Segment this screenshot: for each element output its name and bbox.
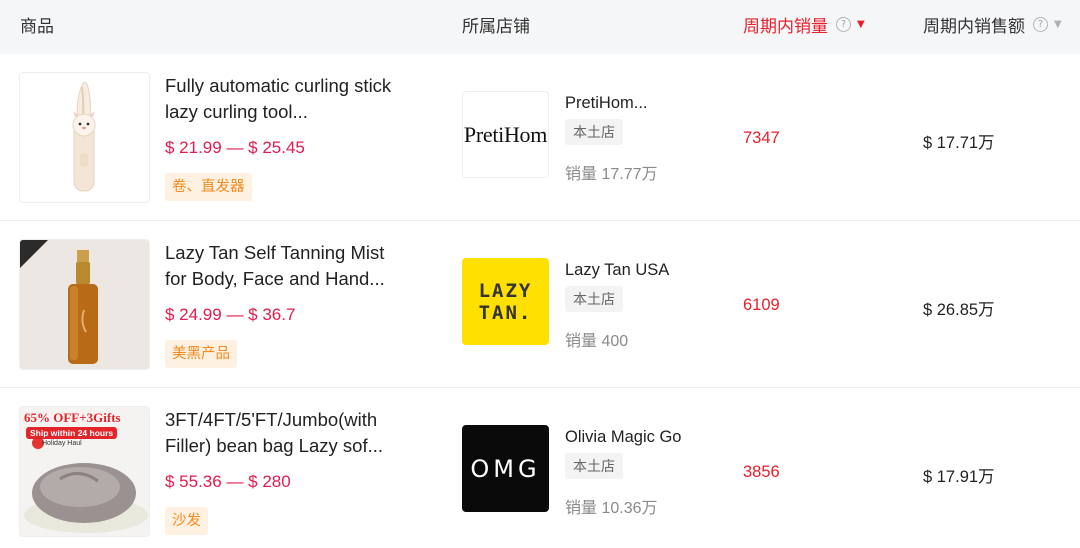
period-revenue-value: $ 17.91万 bbox=[923, 468, 995, 486]
product-price: $ 24.99 — $ 36.7 bbox=[165, 305, 296, 324]
store-logo[interactable]: LAZY TAN. bbox=[462, 258, 549, 345]
sort-icon[interactable]: ▼ bbox=[1054, 19, 1062, 30]
column-header-period-sales-label[interactable]: 周期内销量 bbox=[743, 12, 828, 37]
store-sales: 销量 17.77万 bbox=[565, 166, 658, 183]
product-thumbnail[interactable] bbox=[19, 239, 150, 370]
store-logo-text: PretiHom bbox=[463, 121, 548, 147]
category-tag: 卷、直发器 bbox=[165, 173, 252, 201]
store-type-badge: 本土店 bbox=[565, 453, 623, 479]
help-icon[interactable]: ? bbox=[1033, 17, 1048, 32]
help-icon[interactable]: ? bbox=[836, 17, 851, 32]
promo-banner-text: 65% OFF+3Gifts bbox=[24, 410, 121, 425]
table-row[interactable]: 65% OFF+3Gifts Ship within 24 hours Holi… bbox=[0, 388, 1080, 548]
category-tag: 美黑产品 bbox=[165, 340, 237, 368]
store-logo-text: LAZY bbox=[478, 279, 533, 302]
product-thumbnail[interactable] bbox=[19, 72, 150, 203]
store-sales: 销量 10.36万 bbox=[565, 500, 658, 517]
sort-desc-icon[interactable]: ▼ bbox=[857, 19, 865, 30]
category-tag: 沙发 bbox=[165, 507, 208, 535]
period-sales-value: 7347 bbox=[743, 129, 780, 147]
column-header-store: 所属店铺 bbox=[462, 12, 530, 37]
store-sales: 销量 400 bbox=[565, 333, 629, 350]
column-header-store-label: 所属店铺 bbox=[462, 17, 530, 36]
product-thumbnail[interactable]: 65% OFF+3Gifts Ship within 24 hours Holi… bbox=[19, 406, 150, 537]
curling-iron-image bbox=[20, 73, 149, 202]
product-price: $ 21.99 — $ 25.45 bbox=[165, 138, 305, 157]
product-title[interactable]: Lazy Tan Self Tanning Mist for Body, Fac… bbox=[165, 240, 410, 292]
store-name[interactable]: Olivia Magic Go bbox=[565, 428, 681, 447]
column-header-period-revenue-label[interactable]: 周期内销售额 bbox=[923, 12, 1025, 37]
store-logo-text: TAN. bbox=[478, 301, 533, 324]
column-header-product: 商品 bbox=[20, 12, 54, 37]
table-row[interactable]: Fully automatic curling stick lazy curli… bbox=[0, 54, 1080, 221]
period-sales-value: 6109 bbox=[743, 296, 780, 314]
table-header: 商品 所属店铺 周期内销量 ? ▼ 周期内销售额 ? ▼ bbox=[0, 0, 1080, 54]
period-revenue-value: $ 26.85万 bbox=[923, 301, 995, 319]
shipping-badge: Ship within 24 hours bbox=[26, 427, 118, 439]
store-type-badge: 本土店 bbox=[565, 286, 623, 312]
product-title[interactable]: 3FT/4FT/5'FT/Jumbo(with Filler) bean bag… bbox=[165, 407, 410, 459]
product-title[interactable]: Fully automatic curling stick lazy curli… bbox=[165, 73, 410, 125]
tanning-mist-bottle-image bbox=[20, 240, 149, 369]
store-logo[interactable]: PretiHom bbox=[462, 91, 549, 178]
store-logo-text: OMG bbox=[470, 454, 541, 483]
column-header-period-sales[interactable]: 周期内销量 ? ▼ bbox=[743, 12, 865, 37]
column-header-period-revenue[interactable]: 周期内销售额 ? ▼ bbox=[923, 12, 1062, 37]
period-revenue-value: $ 17.71万 bbox=[923, 134, 995, 152]
store-name[interactable]: PretiHom... bbox=[565, 94, 648, 113]
column-header-product-label: 商品 bbox=[20, 17, 54, 36]
period-sales-value: 3856 bbox=[743, 463, 780, 481]
product-price: $ 55.36 — $ 280 bbox=[165, 472, 291, 491]
store-logo[interactable]: OMG bbox=[462, 425, 549, 512]
store-name[interactable]: Lazy Tan USA bbox=[565, 261, 669, 280]
store-type-badge: 本土店 bbox=[565, 119, 623, 145]
table-row[interactable]: Lazy Tan Self Tanning Mist for Body, Fac… bbox=[0, 221, 1080, 388]
holiday-badge: Holiday Haul bbox=[42, 440, 82, 447]
